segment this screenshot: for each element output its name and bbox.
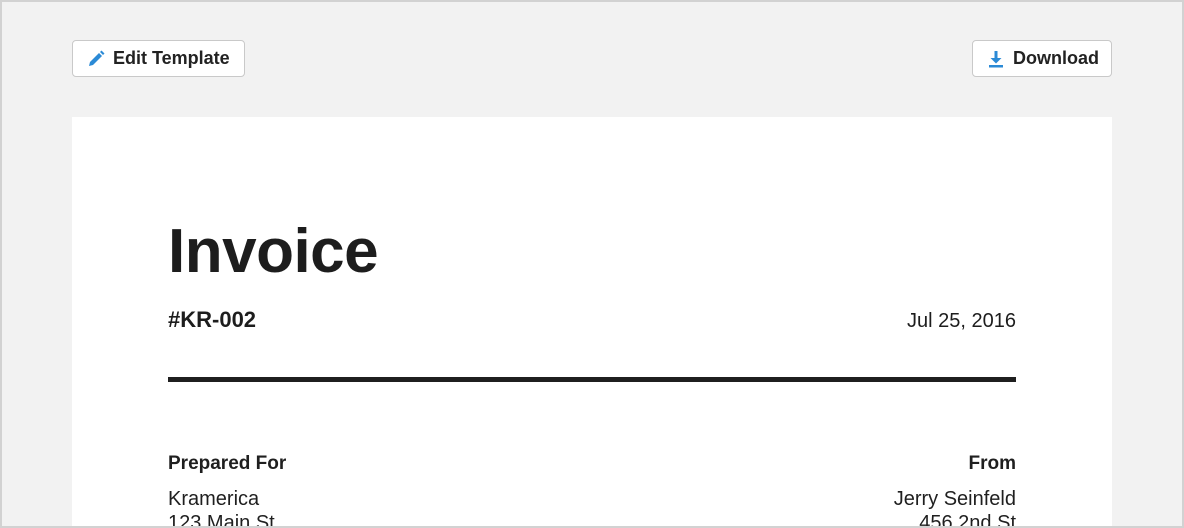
header-divider [168,377,1016,382]
invoice-title: Invoice [168,217,379,286]
prepared-for-block: Prepared For Kramerica 123 Main St [168,454,286,528]
download-button[interactable]: Download [972,40,1112,77]
prepared-for-line: 123 Main St [168,512,275,528]
download-label: Download [1013,48,1099,68]
prepared-for-line: Kramerica [168,488,260,510]
edit-template-label: Edit Template [113,48,230,68]
invoice-date: Jul 25, 2016 [907,310,1016,332]
invoice-document: Invoice #KR-002 Jul 25, 2016 Prepared Fo… [72,117,1112,528]
from-block: From Jerry Seinfeld 456 2nd St [894,454,1016,528]
prepared-for-heading: Prepared For [168,453,287,474]
download-icon [987,50,1005,68]
edit-template-button[interactable]: Edit Template [72,40,245,77]
from-line: 456 2nd St [919,512,1016,528]
from-line: Jerry Seinfeld [893,488,1016,510]
from-heading: From [968,453,1017,474]
pencil-icon [87,50,105,68]
invoice-number: #KR-002 [168,307,257,332]
